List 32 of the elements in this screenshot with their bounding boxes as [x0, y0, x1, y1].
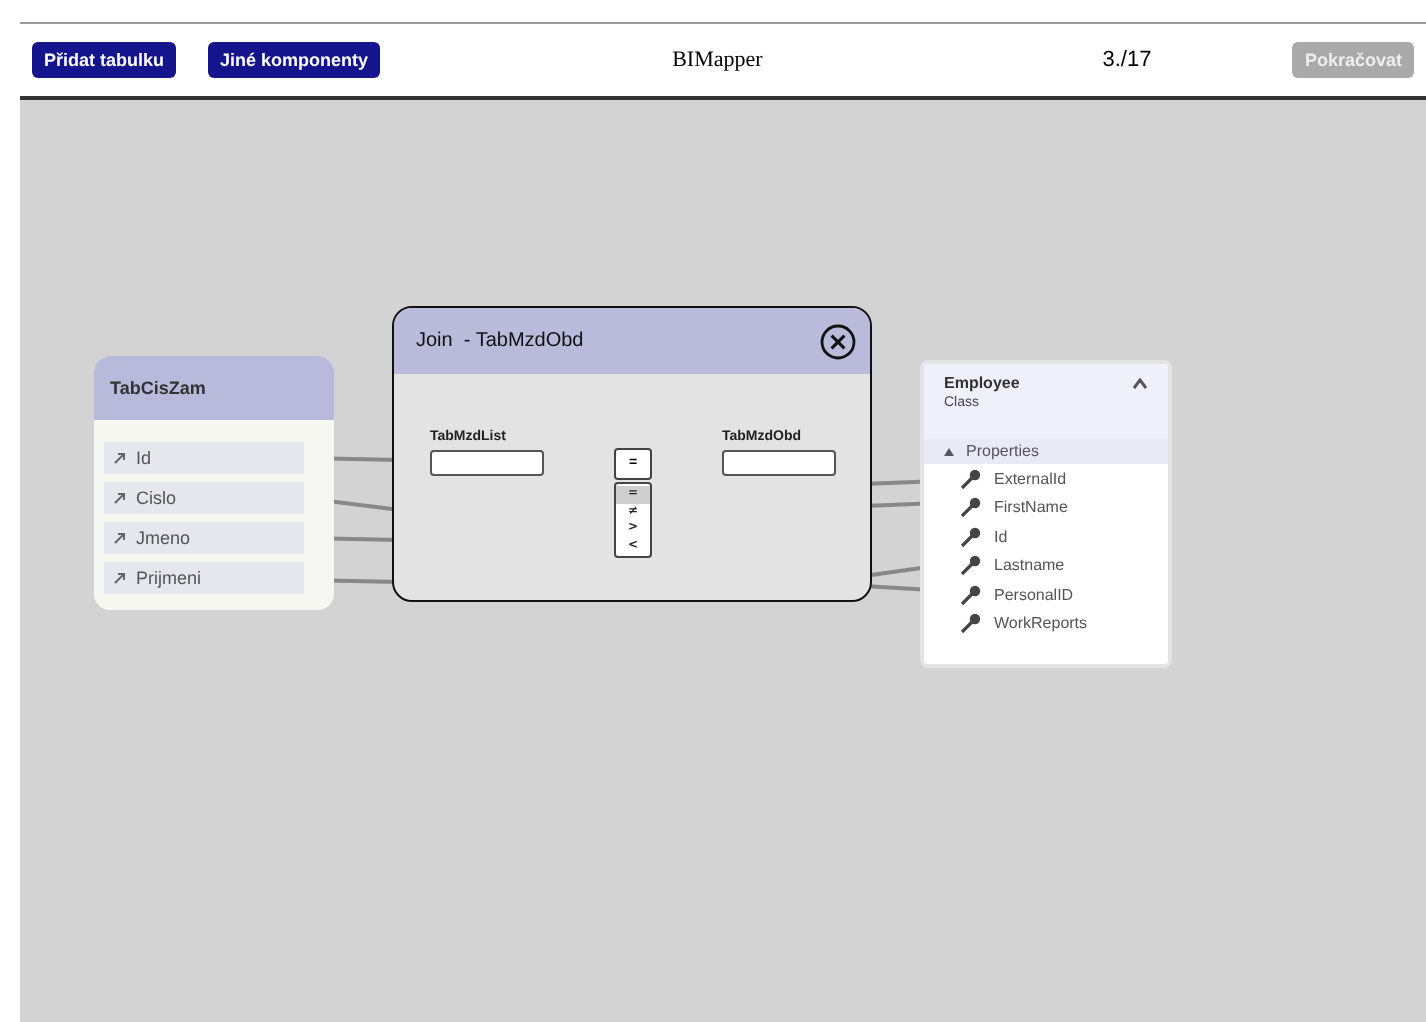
arrow-icon: [114, 532, 126, 544]
arrow-icon: [114, 452, 126, 464]
property-name: Id: [994, 527, 1008, 546]
collapse-icon[interactable]: [1132, 377, 1148, 389]
property-name: Lastname: [994, 556, 1065, 575]
arrow-icon: [114, 492, 126, 504]
field-name[interactable]: Jmeno: [136, 528, 191, 548]
class-title: Employee: [944, 374, 1020, 392]
dialog-title: Join - TabMzdObd: [416, 330, 584, 352]
property-name: ExternalId: [994, 469, 1067, 488]
wrench-icon: [960, 467, 982, 490]
triangle-icon[interactable]: [944, 447, 954, 455]
progress-counter: 3./17: [1102, 48, 1154, 72]
close-icon[interactable]: [820, 323, 856, 359]
wrench-icon: [960, 612, 982, 635]
table-title: TabCisZam: [94, 356, 334, 420]
field-name[interactable]: Cislo: [136, 488, 177, 508]
wrench-icon: [960, 496, 982, 519]
wrench-icon: [960, 525, 982, 548]
toolbar-button[interactable]: Jiné komponenty: [208, 42, 381, 78]
input-field[interactable]: [430, 450, 544, 476]
toolbar-button[interactable]: Přidat tabulku: [32, 42, 177, 78]
field-name[interactable]: Id: [136, 448, 152, 468]
property-name: PersonalID: [994, 585, 1074, 604]
wrench-icon: [960, 554, 982, 577]
section-header: Properties: [966, 442, 1039, 460]
input-field[interactable]: [722, 450, 836, 476]
wrench-icon: [960, 583, 982, 606]
property-name: FirstName: [994, 498, 1068, 517]
app-title: BIMapper: [670, 48, 765, 72]
property-name: WorkReports: [994, 614, 1088, 633]
arrow-icon: [114, 572, 126, 584]
